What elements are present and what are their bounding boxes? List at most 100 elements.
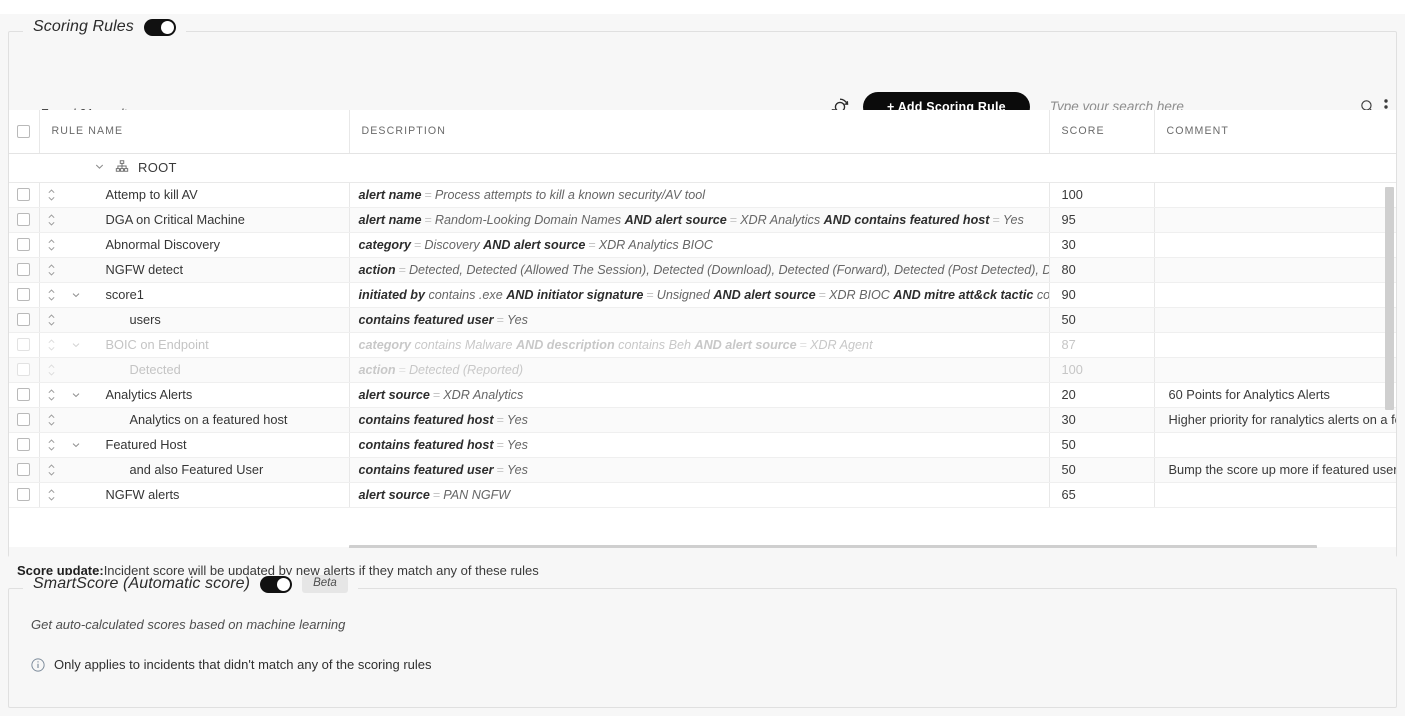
root-name-cell: ROOT [39,153,1396,183]
column-header-score[interactable]: SCORE [1049,110,1155,154]
row-drag-handle[interactable] [40,212,64,228]
desc-token-k: category [358,237,412,252]
row-checkbox[interactable] [17,388,31,401]
desc-token-eq: = [398,262,406,277]
row-drag-handle[interactable] [40,362,64,378]
row-checkbox-cell [9,232,40,258]
row-checkbox[interactable] [17,188,31,201]
comment-cell [1154,432,1396,458]
row-checkbox[interactable] [17,363,31,376]
row-drag-handle[interactable] [40,462,64,478]
table-row[interactable]: Attemp to kill AV alert name = Process atte… [9,182,1396,208]
column-header-comment[interactable]: COMMENT [1154,110,1396,154]
score-cell: 30 [1049,232,1155,258]
desc-token-k: action [358,362,396,377]
row-expand-chevron-icon[interactable] [64,289,88,301]
desc-token-op: AND contains featured host [823,212,990,227]
desc-token-eq: = [799,337,808,352]
comment-cell [1154,182,1396,208]
desc-token-k: contains featured host [358,412,494,427]
row-checkbox[interactable] [17,463,31,476]
rule-name-cell: users [39,307,350,333]
column-header-rule-name[interactable]: RULE NAME [39,110,350,154]
smartscore-subtitle: Get auto-calculated scores based on mach… [31,617,346,632]
row-drag-handle[interactable] [40,262,64,278]
desc-token-op: AND mitre att&ck tactic [893,287,1034,302]
desc-token-v: Yes [506,462,528,477]
row-expand-chevron-icon[interactable] [64,339,88,351]
row-checkbox[interactable] [17,213,31,226]
comment-cell [1154,207,1396,233]
description-cell: contains featured user = Yes [349,307,1050,333]
desc-token-v: Discovery [424,237,484,252]
rule-name-label: NGFW detect [105,262,184,277]
row-checkbox-cell [9,432,40,458]
row-checkbox[interactable] [17,288,31,301]
table-row[interactable]: Abnormal Discovery category = Discovery AND… [9,232,1396,258]
score-value: 80 [1061,262,1076,277]
desc-token-v: XDR Analytics [443,387,524,402]
info-circle-icon [31,657,45,672]
desc-token-v: Yes [506,312,528,327]
table-row[interactable]: Analytics Alerts alert source = XDR Analyti… [9,382,1396,408]
row-drag-handle[interactable] [40,387,64,403]
comment-cell: 60 Points for Analytics Alerts [1154,382,1396,408]
table-row[interactable]: NGFW alerts alert source = PAN NGFW 65 [9,482,1396,508]
row-checkbox-cell [9,207,40,233]
desc-token-eq: = [496,462,504,477]
description-cell: category contains Malware AND descriptio… [349,332,1050,358]
row-drag-handle[interactable] [40,437,64,453]
rule-name-cell: and also Featured User [39,457,350,483]
row-checkbox[interactable] [17,263,31,276]
desc-token-v: contains Beh [614,337,695,352]
row-checkbox[interactable] [17,313,31,326]
row-drag-handle[interactable] [40,237,64,253]
rule-name-label: Detected [129,362,181,377]
row-checkbox[interactable] [17,413,31,426]
root-checkbox-cell [9,153,39,183]
select-all-checkbox[interactable] [17,124,31,138]
row-checkbox[interactable] [17,438,31,451]
table-row[interactable]: DGA on Critical Machine alert name = Random… [9,207,1396,233]
table-row[interactable]: Detected action = Detected (Reported) 100 [9,357,1396,383]
row-checkbox[interactable] [17,488,31,501]
score-value: 90 [1061,287,1076,302]
rule-name-label: Analytics Alerts [105,387,193,402]
desc-token-v: Detected, Detected (Allowed The Session)… [408,262,1049,277]
table-row[interactable]: users contains featured user = Yes 50 [9,307,1396,333]
row-drag-handle[interactable] [40,412,64,428]
score-value: 30 [1061,237,1076,252]
table-row[interactable]: score1 initiated by contains .exe AND ini… [9,282,1396,308]
table-row[interactable]: BOIC on Endpoint category contains Malwar… [9,332,1396,358]
row-checkbox[interactable] [17,238,31,251]
row-expand-chevron-icon[interactable] [64,389,88,401]
desc-token-eq: = [432,387,441,402]
scoring-rules-toggle[interactable] [143,18,176,36]
desc-token-v: XDR Analytics BIOC [598,237,713,252]
score-cell: 50 [1049,432,1155,458]
chevron-down-icon[interactable] [93,160,106,176]
desc-token-v: contains Malware [411,337,516,352]
row-drag-handle[interactable] [40,487,64,503]
table-row[interactable]: NGFW detect action = Detected, Detected (Al… [9,257,1396,283]
table-row[interactable]: Analytics on a featured host contains fea… [9,407,1396,433]
row-drag-handle[interactable] [40,187,64,203]
row-checkbox-cell [9,407,40,433]
score-value: 20 [1061,387,1076,402]
row-drag-handle[interactable] [40,312,64,328]
row-checkbox[interactable] [17,338,31,351]
desc-token-op: AND alert source [624,212,727,227]
smartscore-toggle[interactable] [260,575,293,593]
scoring-rules-page: Scoring Rules Found 21 results + Add Sco… [0,0,1405,716]
description-cell: alert source = PAN NGFW [349,482,1050,508]
table-vertical-scrollbar[interactable] [1385,187,1394,410]
table-row[interactable]: and also Featured User contains featured … [9,457,1396,483]
row-drag-handle[interactable] [40,287,64,303]
row-expand-chevron-icon[interactable] [64,439,88,451]
table-row[interactable]: Featured Host contains featured host = Yes 5… [9,432,1396,458]
column-header-description[interactable]: DESCRIPTION [349,110,1050,154]
score-cell: 30 [1049,407,1155,433]
desc-token-v: XDR Agent [810,337,873,352]
rule-name-cell: Abnormal Discovery [39,232,350,258]
row-drag-handle[interactable] [40,337,64,353]
